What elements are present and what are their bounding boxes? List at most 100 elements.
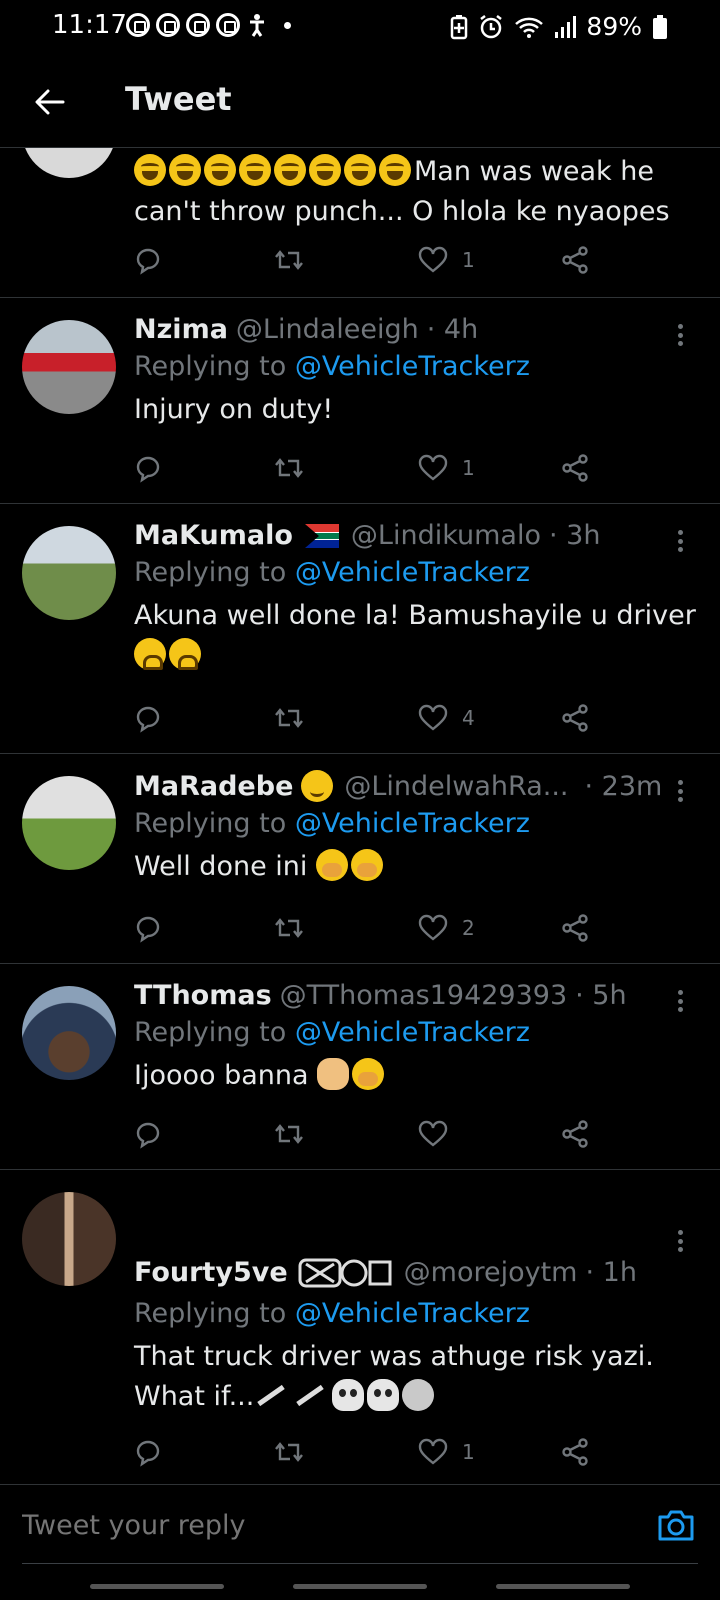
tweet-time: · 1h — [585, 1256, 637, 1288]
skull-emoji — [367, 1379, 400, 1411]
like-button[interactable]: 1 — [418, 1432, 475, 1472]
tears-of-joy-emoji — [204, 154, 236, 186]
notification-icon — [156, 13, 180, 37]
tweet-text: Ijoooo banna — [134, 1056, 698, 1096]
share-button[interactable] — [560, 698, 590, 738]
avatar[interactable] — [22, 986, 116, 1080]
author-handle[interactable]: @TThomas19429393 — [280, 980, 567, 1011]
retweet-icon — [275, 1442, 303, 1462]
recents-nav-button[interactable] — [90, 1584, 224, 1589]
tweet-meta: Fourty5ve @morejoytm · 1h — [134, 1252, 698, 1292]
reply-button[interactable] — [134, 448, 164, 488]
mention-link[interactable]: @VehicleTrackerz — [295, 1298, 530, 1329]
share-button[interactable] — [560, 240, 590, 280]
retweet-icon — [275, 918, 303, 938]
mention-link[interactable]: @VehicleTrackerz — [295, 351, 530, 382]
mention-link[interactable]: @VehicleTrackerz — [295, 808, 530, 839]
like-button[interactable]: 1 — [418, 448, 475, 488]
tweet-item[interactable]: MaKumalo @Lindikumalo · 3h Replying to @… — [0, 504, 720, 754]
replies-feed[interactable]: Man was weak he can't throw punch... O h… — [0, 148, 720, 1484]
camera-button[interactable] — [656, 1505, 696, 1545]
back-button[interactable] — [28, 80, 72, 124]
author-name[interactable]: MaRadebe — [134, 771, 293, 802]
battery-icon — [653, 14, 667, 39]
like-button[interactable] — [418, 1114, 462, 1154]
replying-label: Replying to — [134, 351, 287, 382]
tweet-actions: 2 — [134, 908, 614, 948]
share-icon — [562, 246, 588, 274]
tweet-text-content: Well done ini — [134, 851, 308, 882]
retweet-button[interactable] — [274, 240, 304, 280]
like-button[interactable]: 1 — [418, 240, 475, 280]
reply-button[interactable] — [134, 1114, 164, 1154]
skull-emoji — [332, 1379, 365, 1411]
weary-face-emoji — [134, 638, 166, 670]
avatar[interactable] — [22, 320, 116, 414]
share-icon — [562, 1438, 588, 1466]
author-name[interactable]: TThomas — [134, 980, 272, 1011]
author-name[interactable]: MaKumalo — [134, 520, 293, 551]
retweet-button[interactable] — [274, 1114, 304, 1154]
share-icon — [562, 914, 588, 942]
author-name[interactable]: Nzima — [134, 314, 228, 345]
reply-button[interactable] — [134, 1432, 164, 1472]
share-button[interactable] — [560, 908, 590, 948]
author-handle[interactable]: @Lindikumalo — [351, 520, 541, 551]
tweet-text: Injury on duty! — [134, 394, 334, 425]
replying-to: Replying to @VehicleTrackerz — [134, 351, 698, 382]
retweet-button[interactable] — [274, 908, 304, 948]
reply-button[interactable] — [134, 908, 164, 948]
heart-icon — [418, 1438, 448, 1465]
back-arrow-icon — [35, 89, 65, 115]
share-button[interactable] — [560, 1114, 590, 1154]
rofl-emoji — [344, 154, 376, 186]
replying-to: Replying to @VehicleTrackerz — [134, 1017, 698, 1048]
replying-to: Replying to @VehicleTrackerz — [134, 557, 698, 588]
hand-over-mouth-emoji — [350, 849, 383, 881]
tweet-item[interactable]: TThomas @TThomas19429393 · 5h Replying t… — [0, 964, 720, 1170]
tweet-time: · 4h — [426, 314, 479, 345]
share-button[interactable] — [560, 448, 590, 488]
tweet-item[interactable]: Nzima @Lindaleeigh · 4h Replying to @Veh… — [0, 298, 720, 504]
tweet-text: Akuna well done la! Bamushayile u driver — [134, 596, 698, 676]
author-handle[interactable]: @LindelwahRa... — [344, 771, 568, 802]
like-count: 4 — [462, 706, 475, 730]
share-button[interactable] — [560, 1432, 590, 1472]
like-button[interactable]: 2 — [418, 908, 475, 948]
like-count: 1 — [462, 456, 475, 480]
author-handle[interactable]: @morejoytm — [404, 1257, 578, 1288]
replying-label: Replying to — [134, 1298, 287, 1329]
mention-link[interactable]: @VehicleTrackerz — [295, 1017, 530, 1048]
avatar[interactable] — [22, 776, 116, 870]
signal-icon — [555, 15, 577, 38]
system-icons: 89% — [450, 12, 668, 41]
retweet-button[interactable] — [274, 448, 304, 488]
tweet-actions: 1 — [134, 448, 614, 488]
back-nav-button[interactable] — [496, 1584, 630, 1589]
retweet-button[interactable] — [274, 698, 304, 738]
mention-link[interactable]: @VehicleTrackerz — [295, 557, 530, 588]
reply-composer — [0, 1484, 720, 1564]
author-handle[interactable]: @Lindaleeigh — [236, 314, 419, 345]
hand-over-mouth-emoji — [315, 849, 348, 881]
reply-icon — [136, 916, 160, 943]
tears-of-joy-emoji — [169, 154, 201, 186]
reply-input[interactable] — [22, 1503, 582, 1547]
home-nav-button[interactable] — [293, 1584, 427, 1589]
author-name[interactable]: Fourty5ve — [134, 1257, 288, 1288]
like-button[interactable]: 4 — [418, 698, 475, 738]
tweet-meta: MaRadebe @LindelwahRa... · 23m — [134, 770, 698, 802]
avatar[interactable] — [22, 148, 116, 178]
tweet-item[interactable]: Man was weak he can't throw punch... O h… — [0, 148, 720, 298]
tweet-item[interactable]: MaRadebe @LindelwahRa... · 23m Replying … — [0, 754, 720, 964]
retweet-icon — [275, 458, 303, 478]
reply-button[interactable] — [134, 698, 164, 738]
avatar[interactable] — [22, 526, 116, 620]
tweet-item[interactable]: Fourty5ve @morejoytm · 1h Replying to @V… — [0, 1170, 720, 1484]
tweet-time: · 5h — [575, 980, 627, 1011]
avatar[interactable] — [22, 1192, 116, 1286]
like-count: 1 — [462, 1440, 475, 1464]
retweet-button[interactable] — [274, 1432, 304, 1472]
share-icon — [562, 704, 588, 732]
reply-button[interactable] — [134, 240, 164, 280]
